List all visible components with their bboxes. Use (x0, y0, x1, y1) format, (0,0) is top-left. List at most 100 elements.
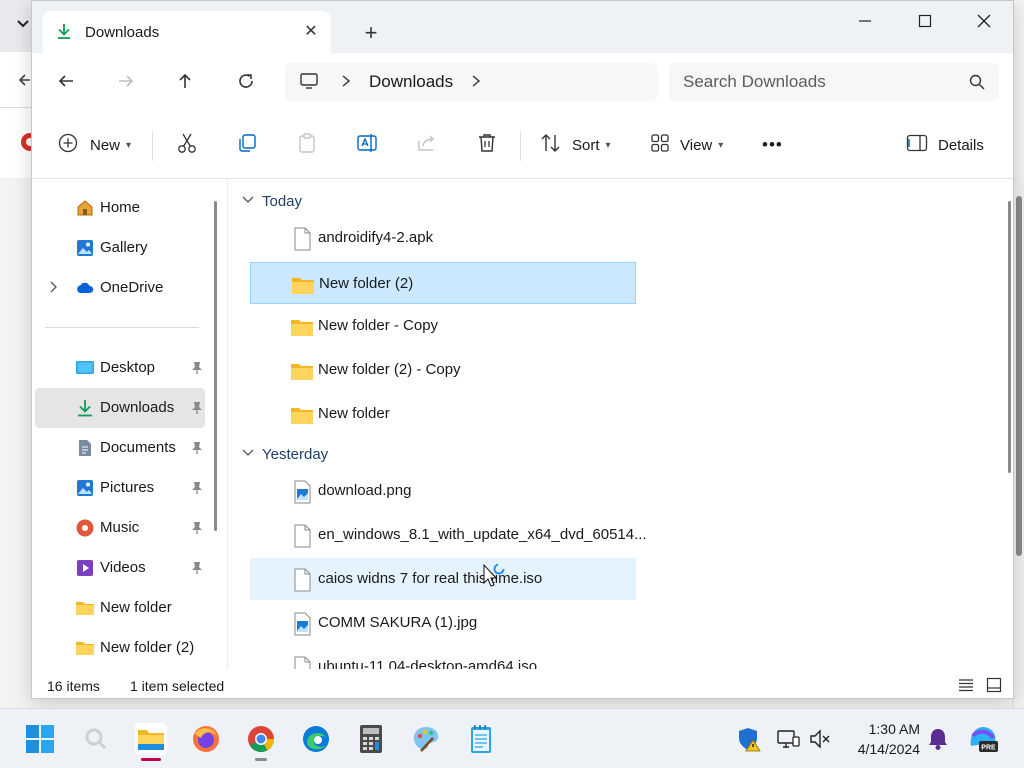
network-icon[interactable] (772, 723, 804, 755)
file-item-hovered[interactable]: caios widns 7 for real this time.iso (250, 558, 636, 600)
group-header-today[interactable]: Today (242, 189, 302, 213)
search-taskbar-button[interactable] (80, 723, 112, 755)
sidebar-scrollbar[interactable] (214, 201, 217, 531)
rename-icon (356, 132, 378, 158)
new-tab-button[interactable]: + (358, 21, 384, 47)
minimize-button[interactable] (842, 5, 888, 37)
volume-muted-icon[interactable] (805, 723, 837, 755)
command-bar: New ▾ Sort ▾ View ▾ ••• Details (32, 111, 1013, 179)
sidebar-item-downloads[interactable]: Downloads (35, 388, 205, 428)
pin-icon[interactable] (191, 401, 203, 418)
details-pane-icon (906, 134, 928, 156)
pin-icon[interactable] (191, 521, 203, 538)
copy-button[interactable] (236, 129, 258, 161)
image-file-icon (290, 480, 314, 504)
security-warning-icon[interactable] (734, 723, 766, 755)
pictures-icon (75, 478, 95, 498)
tiles-view-icon[interactable] (986, 677, 1002, 696)
pin-icon[interactable] (191, 561, 203, 578)
toolbar-divider (520, 131, 521, 161)
address-bar[interactable]: Downloads (285, 63, 658, 101)
navigation-bar: Downloads (32, 53, 1013, 111)
sidebar-item-music[interactable]: Music (35, 508, 205, 548)
pin-icon[interactable] (191, 361, 203, 378)
breadcrumb-downloads[interactable]: Downloads (369, 72, 453, 92)
sidebar-item-label: Pictures (100, 479, 155, 496)
chevron-down-icon[interactable] (242, 195, 254, 207)
sidebar-item-label: Documents (100, 439, 176, 456)
sidebar-item-documents[interactable]: Documents (35, 428, 205, 468)
paint-taskbar-button[interactable] (410, 723, 442, 755)
new-button[interactable]: New ▾ (58, 129, 131, 161)
rename-button[interactable] (356, 129, 378, 161)
file-list-scrollbar[interactable] (1008, 201, 1011, 473)
sidebar-item-home[interactable]: Home (35, 188, 205, 228)
cut-button[interactable] (176, 129, 198, 161)
tab-downloads[interactable]: Downloads ✕ (43, 11, 331, 53)
copilot-preview-icon[interactable]: PRE (967, 723, 999, 755)
pin-icon[interactable] (191, 481, 203, 498)
more-options-button[interactable]: ••• (762, 129, 783, 161)
sidebar-item-gallery[interactable]: Gallery (35, 228, 205, 268)
sort-label: Sort (572, 136, 600, 154)
system-clock[interactable]: 1:30 AM 4/14/2024 (858, 719, 920, 759)
search-icon[interactable] (969, 74, 985, 93)
forward-button[interactable] (108, 65, 144, 97)
up-button[interactable] (167, 65, 203, 97)
folder-item[interactable]: New folder (2) - Copy (250, 349, 636, 391)
sort-button[interactable]: Sort ▾ (540, 129, 611, 161)
notification-bell-icon[interactable] (922, 723, 954, 755)
file-name: androidify4-2.apk (318, 229, 434, 246)
start-button[interactable] (24, 723, 56, 755)
chrome-taskbar-button[interactable] (245, 723, 277, 761)
delete-button[interactable] (476, 129, 498, 161)
pin-icon[interactable] (191, 441, 203, 458)
maximize-button[interactable] (902, 5, 948, 37)
breadcrumb-chevron-icon[interactable] (341, 74, 351, 91)
refresh-button[interactable] (228, 65, 264, 97)
folder-item-selected[interactable]: New folder (2) (250, 262, 636, 304)
clock-date: 4/14/2024 (857, 741, 920, 757)
this-pc-icon[interactable] (299, 72, 319, 93)
file-item[interactable]: download.png (250, 470, 636, 512)
edge-taskbar-button[interactable] (300, 723, 332, 755)
share-button[interactable] (416, 129, 438, 161)
firefox-taskbar-button[interactable] (190, 723, 222, 755)
details-button[interactable]: Details (906, 129, 984, 161)
sidebar-item-new-folder-2[interactable]: New folder (2) (35, 628, 205, 668)
search-input[interactable] (683, 63, 953, 101)
folder-item[interactable]: New folder (250, 393, 636, 435)
file-item[interactable]: androidify4-2.apk (250, 217, 636, 259)
group-header-yesterday[interactable]: Yesterday (242, 442, 328, 466)
sidebar-item-onedrive[interactable]: OneDrive (35, 268, 205, 308)
folder-item[interactable]: New folder - Copy (250, 305, 636, 347)
close-tab-button[interactable]: ✕ (301, 22, 321, 42)
calculator-taskbar-button[interactable] (355, 723, 387, 755)
cloud-icon (75, 278, 95, 298)
file-item[interactable]: ubuntu-11.04-desktop-amd64.iso (250, 646, 636, 669)
details-view-icon[interactable] (958, 677, 974, 696)
search-box[interactable] (669, 63, 999, 101)
sidebar-item-new-folder[interactable]: New folder (35, 588, 205, 628)
chevron-right-icon[interactable] (49, 280, 59, 297)
chevron-down-icon: ▾ (126, 139, 132, 151)
file-item[interactable]: en_windows_8.1_with_update_x64_dvd_60514… (250, 514, 647, 556)
chevron-down-icon[interactable] (242, 448, 254, 460)
sidebar-item-pictures[interactable]: Pictures (35, 468, 205, 508)
notepad-taskbar-button[interactable] (465, 723, 497, 755)
view-button[interactable]: View ▾ (650, 129, 723, 161)
paste-button[interactable] (296, 129, 318, 161)
group-label: Yesterday (262, 445, 329, 463)
sidebar-item-desktop[interactable]: Desktop (35, 348, 205, 388)
close-window-button[interactable] (961, 5, 1007, 37)
details-label: Details (938, 136, 984, 154)
title-bar: Downloads ✕ + (32, 1, 1013, 53)
file-explorer-taskbar-button[interactable] (135, 723, 167, 761)
file-name: New folder - Copy (318, 317, 439, 334)
file-item[interactable]: COMM SAKURA (1).jpg (250, 602, 636, 644)
file-icon (290, 656, 314, 669)
running-indicator (141, 758, 161, 761)
back-button[interactable] (48, 65, 84, 97)
breadcrumb-chevron-icon[interactable] (471, 74, 481, 91)
sidebar-item-videos[interactable]: Videos (35, 548, 205, 588)
